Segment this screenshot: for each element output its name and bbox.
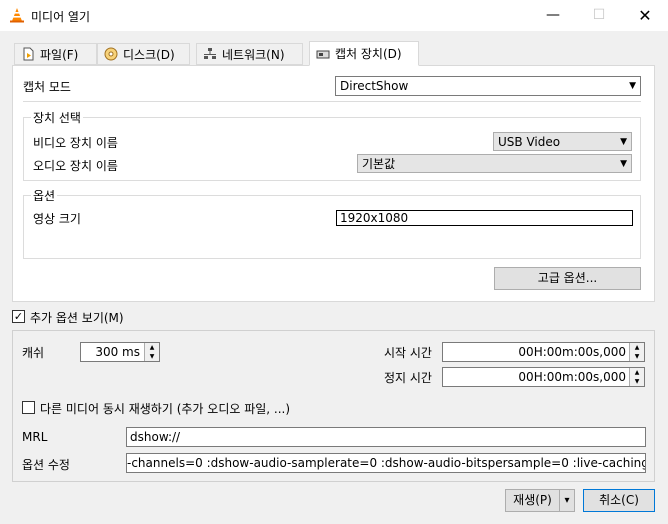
play-split-button[interactable]: 재생(P) ▾ [505, 489, 575, 512]
window-title: 미디어 열기 [31, 10, 91, 24]
video-device-value: USB Video [498, 134, 561, 149]
audio-device-value: 기본값 [362, 157, 396, 171]
cache-label: 캐쉬 [22, 346, 45, 360]
capture-mode-label: 캡처 모드 [23, 80, 71, 94]
start-time-spin-buttons[interactable]: ▲ ▼ [629, 343, 644, 361]
cache-spin-buttons[interactable]: ▲ ▼ [144, 343, 159, 361]
tab-capture-device-label: 캡처 장치(D) [335, 47, 402, 61]
edit-options-input[interactable]: -channels=0 :dshow-audio-samplerate=0 :d… [126, 453, 646, 473]
stop-time-value: 00H:00m:00s,000 [518, 370, 626, 384]
options-group [23, 195, 641, 259]
divider [23, 101, 641, 102]
device-group-title: 장치 선택 [31, 109, 83, 126]
tab-disc-label: 디스크(D) [123, 47, 175, 62]
cache-spinbox[interactable]: 300 ms ▲ ▼ [80, 342, 160, 362]
mrl-label: MRL [22, 430, 48, 444]
close-button[interactable]: ✕ [622, 0, 668, 31]
disc-icon [104, 47, 118, 61]
start-time-label: 시작 시간 [384, 346, 432, 360]
tab-capture-device[interactable]: 캡처 장치(D) [309, 41, 419, 66]
chevron-down-icon: ▼ [629, 81, 636, 91]
edit-options-value: -channels=0 :dshow-audio-samplerate=0 :d… [127, 456, 646, 470]
file-icon [21, 47, 35, 61]
capture-mode-select[interactable]: DirectShow ▼ [335, 76, 641, 96]
video-device-label: 비디오 장치 이름 [33, 136, 118, 150]
vlc-cone-icon [9, 7, 25, 23]
tab-disc[interactable]: 디스크(D) [97, 43, 190, 65]
minimize-button[interactable]: — [530, 0, 576, 31]
start-time-value: 00H:00m:00s,000 [518, 345, 626, 359]
tab-network[interactable]: 네트워크(N) [196, 43, 303, 65]
video-device-select[interactable]: USB Video ▼ [493, 132, 632, 151]
mrl-input[interactable]: dshow:// [126, 427, 646, 447]
audio-device-label: 오디오 장치 이름 [33, 159, 118, 173]
audio-device-select[interactable]: 기본값 ▼ [357, 154, 632, 173]
network-icon [203, 47, 217, 61]
video-size-label: 영상 크기 [33, 212, 81, 226]
show-more-options-label: 추가 옵션 보기(M) [30, 311, 124, 325]
sync-media-checkbox[interactable] [22, 401, 35, 414]
chevron-down-icon[interactable]: ▾ [560, 490, 574, 511]
stop-time-label: 정지 시간 [384, 371, 432, 385]
options-group-title: 옵션 [31, 187, 58, 204]
edit-options-label: 옵션 수정 [22, 458, 70, 472]
stop-time-spin-buttons[interactable]: ▲ ▼ [629, 368, 644, 386]
advanced-options-button[interactable]: 고급 옵션... [494, 267, 641, 290]
start-time-spinbox[interactable]: 00H:00m:00s,000 ▲ ▼ [442, 342, 645, 362]
capture-mode-value: DirectShow [340, 79, 409, 93]
play-button-label[interactable]: 재생(P) [506, 490, 560, 511]
stop-time-spinbox[interactable]: 00H:00m:00s,000 ▲ ▼ [442, 367, 645, 387]
tab-file[interactable]: 파일(F) [14, 43, 97, 65]
tab-network-label: 네트워크(N) [222, 47, 285, 62]
video-size-input[interactable]: 1920x1080 [336, 210, 633, 226]
sync-media-label: 다른 미디어 동시 재생하기 (추가 오디오 파일, ...) [40, 402, 291, 416]
capture-card-icon [316, 47, 330, 61]
cancel-button[interactable]: 취소(C) [583, 489, 655, 512]
chevron-down-icon: ▼ [620, 137, 627, 147]
tab-file-label: 파일(F) [40, 47, 79, 62]
maximize-button[interactable]: ☐ [576, 0, 622, 31]
cache-value: 300 ms [95, 345, 140, 359]
chevron-down-icon: ▼ [620, 159, 627, 169]
show-more-options-checkbox[interactable]: ✓ [12, 310, 25, 323]
